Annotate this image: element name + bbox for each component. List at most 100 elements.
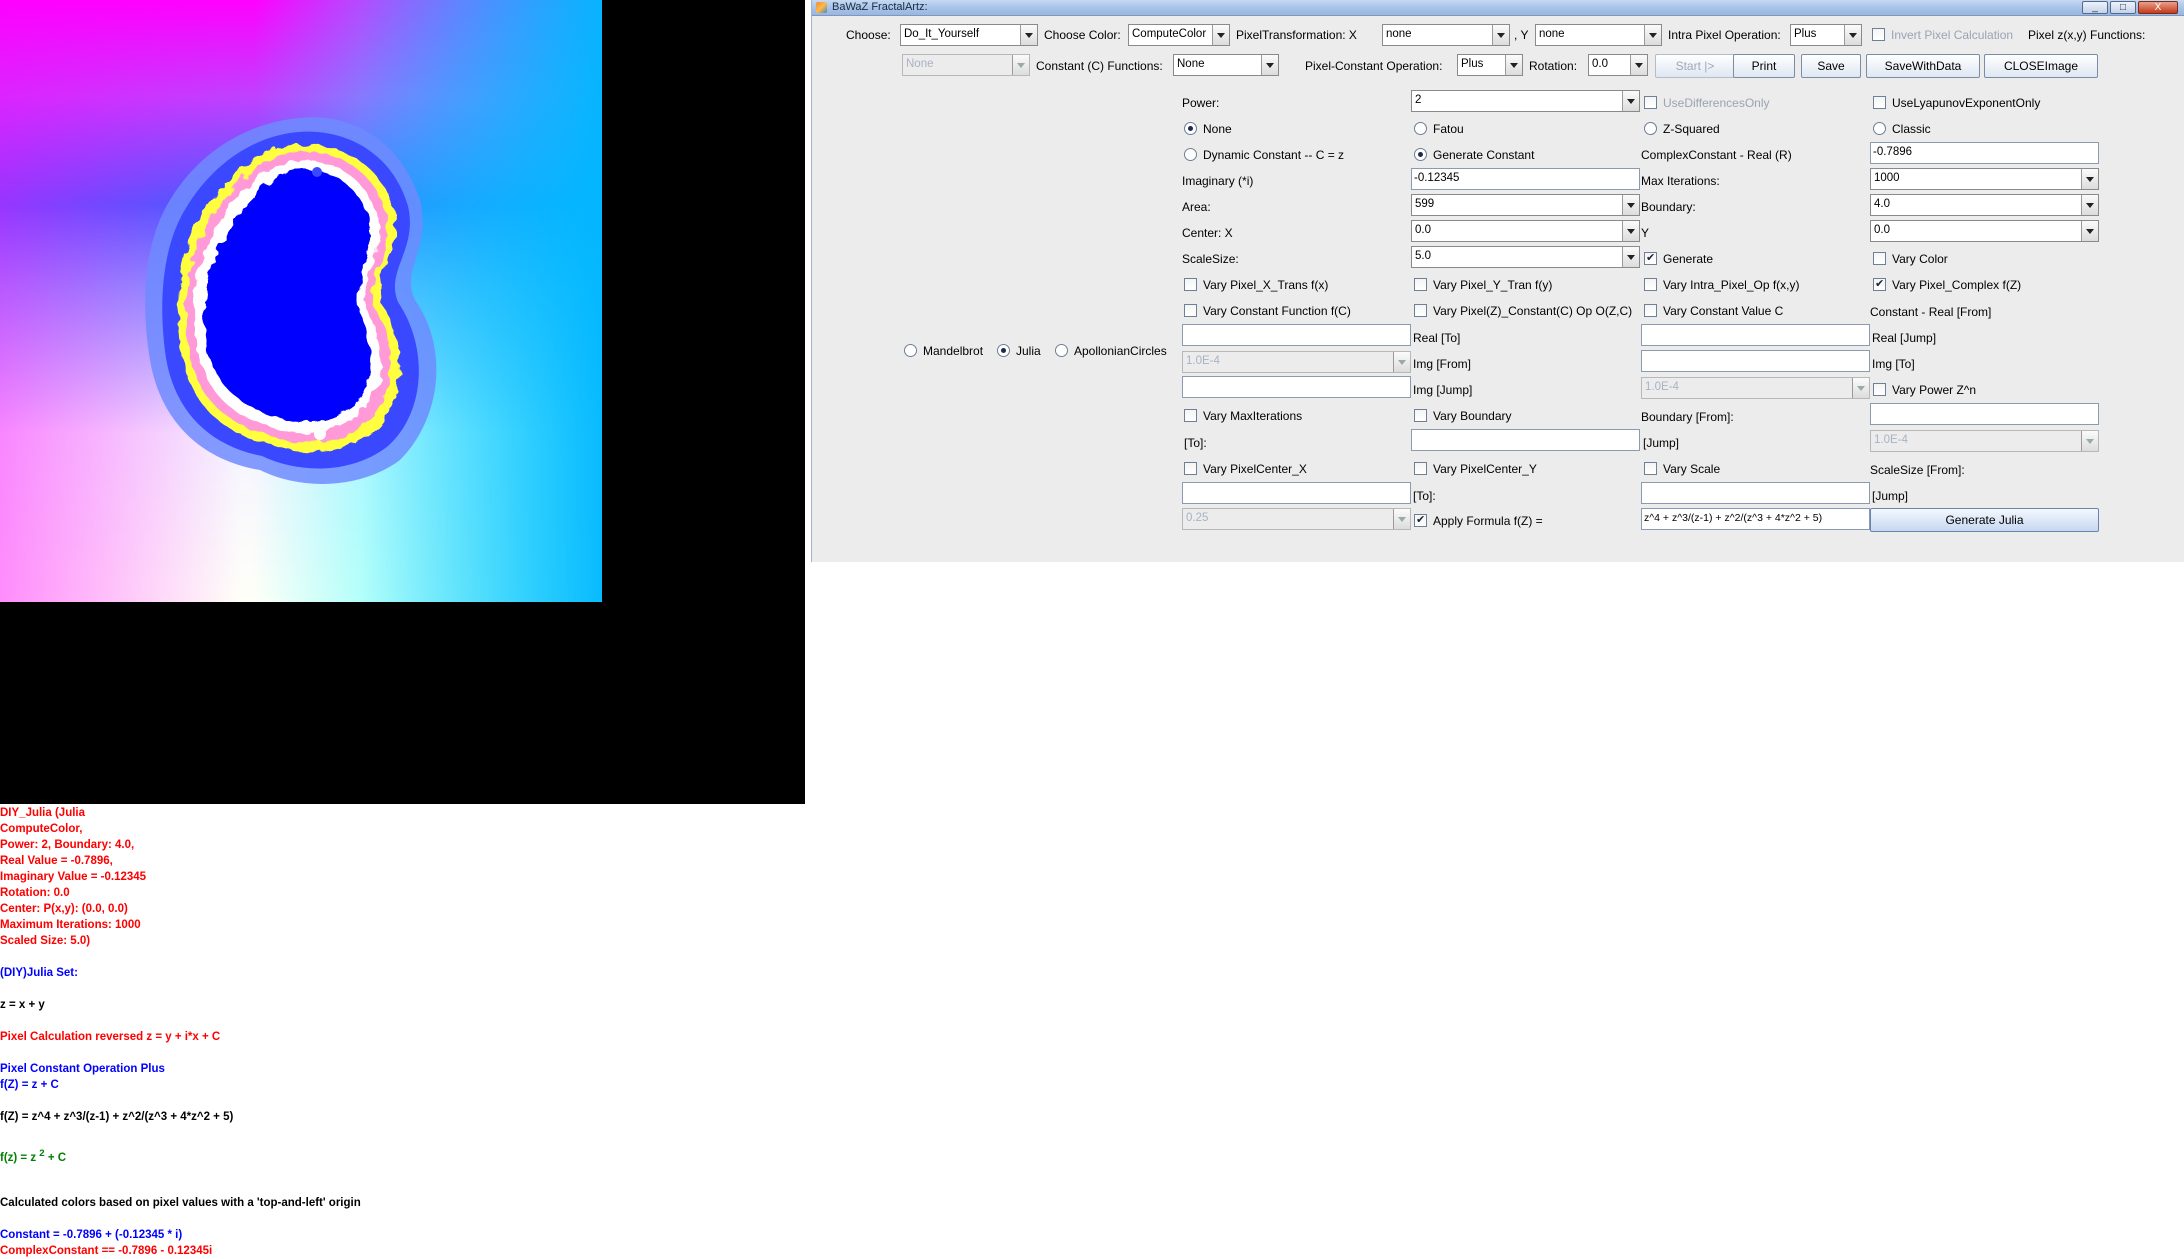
complex-real-input[interactable]: -0.7896 <box>1870 142 2099 164</box>
vary-pixel-x-trans-checkbox[interactable]: Vary Pixel_X_Trans f(x) <box>1184 277 1328 293</box>
center-to-label: [To]: <box>1413 489 1436 503</box>
chevron-down-icon <box>1212 25 1229 45</box>
center-jump-combo[interactable]: 0.25 <box>1182 508 1411 530</box>
max-iterations-label: Max Iterations: <box>1641 174 1720 188</box>
boundary-from-input[interactable] <box>1870 403 2099 425</box>
max-iterations-combo[interactable]: 1000 <box>1870 168 2099 190</box>
info-title-line: DIY_Julia (Julia <box>0 807 86 819</box>
radio-dynamic-constant[interactable]: Dynamic Constant -- C = z <box>1184 147 1344 163</box>
power-combo[interactable]: 2 <box>1411 90 1640 112</box>
use-differences-checkbox[interactable]: UseDifferencesOnly <box>1644 95 1770 111</box>
checkbox-box <box>1414 278 1427 291</box>
vary-color-checkbox[interactable]: Vary Color <box>1873 251 1948 267</box>
save-button[interactable]: Save <box>1801 54 1861 78</box>
info-z-definition: z = x + y <box>0 999 45 1011</box>
info-pixel-constant-op: Pixel Constant Operation Plus <box>0 1063 165 1075</box>
radio-apollonian[interactable]: ApollonianCircles <box>1055 343 1167 359</box>
vary-pixel-center-x-label: Vary PixelCenter_X <box>1203 462 1307 476</box>
scale-size-combo[interactable]: 5.0 <box>1411 246 1640 268</box>
radio-generate-constant[interactable]: Generate Constant <box>1414 147 1534 163</box>
center-from-input[interactable] <box>1182 482 1411 504</box>
use-lyapunov-checkbox[interactable]: UseLyapunovExponentOnly <box>1873 95 2040 111</box>
vary-pixel-center-y-checkbox[interactable]: Vary PixelCenter_Y <box>1414 461 1537 477</box>
pixel-y-combo[interactable]: none <box>1535 24 1662 46</box>
boundary-jump-label: [Jump] <box>1643 436 1680 450</box>
chevron-down-icon <box>1492 25 1509 45</box>
info-set-title: (DIY)Julia Set: <box>0 967 78 979</box>
app-icon <box>816 2 827 13</box>
vary-power-checkbox[interactable]: Vary Power Z^n <box>1873 382 1976 398</box>
generate-julia-button[interactable]: Generate Julia <box>1870 508 2099 532</box>
complex-real-value: -0.7896 <box>1873 146 1913 158</box>
center-x-combo[interactable]: 0.0 <box>1411 220 1640 242</box>
img-jump-combo[interactable]: 1.0E-4 <box>1641 377 1870 399</box>
pixel-function-combo[interactable]: None <box>902 54 1030 76</box>
chevron-down-icon <box>2081 431 2098 451</box>
vary-intra-pixel-op-checkbox[interactable]: Vary Intra_Pixel_Op f(x,y) <box>1644 277 1800 293</box>
start-button[interactable]: Start |> <box>1655 54 1735 78</box>
invert-pixel-checkbox[interactable]: Invert Pixel Calculation <box>1872 27 2013 43</box>
constant-functions-value: None <box>1177 58 1205 70</box>
pixel-constant-combo[interactable]: Plus <box>1457 54 1523 76</box>
center-y-combo[interactable]: 0.0 <box>1870 220 2099 242</box>
scale-size-from-label: ScaleSize [From]: <box>1870 463 1965 477</box>
boundary-value: 4.0 <box>1874 198 1890 210</box>
boundary-combo[interactable]: 4.0 <box>1870 194 2099 216</box>
vary-max-iterations-checkbox[interactable]: Vary MaxIterations <box>1184 408 1302 424</box>
close-window-button[interactable]: X <box>2138 1 2178 14</box>
close-image-button[interactable]: CLOSEImage <box>1984 54 2098 78</box>
print-button[interactable]: Print <box>1733 54 1795 78</box>
area-combo[interactable]: 599 <box>1411 194 1640 216</box>
vary-constant-function-checkbox[interactable]: Vary Constant Function f(C) <box>1184 303 1351 319</box>
radio-none[interactable]: None <box>1184 121 1232 137</box>
pixel-x-combo[interactable]: none <box>1382 24 1510 46</box>
radio-dynamic-constant-label: Dynamic Constant -- C = z <box>1203 148 1345 162</box>
intra-pixel-combo[interactable]: Plus <box>1790 24 1862 46</box>
minimize-button[interactable]: _ <box>2082 1 2108 14</box>
formula-input[interactable]: z^4 + z^3/(z-1) + z^2/(z^3 + 4*z^2 + 5) <box>1641 508 1870 530</box>
choose-combo[interactable]: Do_It_Yourself <box>900 24 1038 46</box>
imaginary-input[interactable]: -0.12345 <box>1411 168 1640 190</box>
rotation-combo[interactable]: 0.0 <box>1588 54 1648 76</box>
choose-color-value: ComputeColor <box>1132 28 1207 40</box>
checkbox-box <box>1644 278 1657 291</box>
formula-value: z^4 + z^3/(z-1) + z^2/(z^3 + 4*z^2 + 5) <box>1644 512 1823 524</box>
choose-color-combo[interactable]: ComputeColor <box>1128 24 1230 46</box>
vary-pixel-center-x-checkbox[interactable]: Vary PixelCenter_X <box>1184 461 1307 477</box>
radio-classic-label: Classic <box>1892 122 1931 136</box>
title-bar[interactable]: BaWaZ FractalArtz: _ □ X <box>812 0 2184 16</box>
vary-boundary-checkbox[interactable]: Vary Boundary <box>1414 408 1512 424</box>
vary-pixel-y-tran-checkbox[interactable]: Vary Pixel_Y_Tran f(y) <box>1414 277 1552 293</box>
radio-zsquared[interactable]: Z-Squared <box>1644 121 1720 137</box>
center-x-value: 0.0 <box>1415 224 1431 236</box>
radio-dot <box>1055 344 1068 357</box>
maximize-button[interactable]: □ <box>2110 1 2136 14</box>
radio-dot <box>997 344 1010 357</box>
radio-mandelbrot[interactable]: Mandelbrot <box>904 343 983 359</box>
img-to-input[interactable] <box>1182 376 1411 398</box>
vary-pixel-constant-checkbox[interactable]: Vary Pixel(Z)_Constant(C) Op O(Z,C) <box>1414 303 1632 319</box>
constant-real-from-input[interactable] <box>1182 324 1411 346</box>
center-y-value: 0.0 <box>1874 224 1890 236</box>
radio-classic[interactable]: Classic <box>1873 121 1931 137</box>
apply-formula-checkbox[interactable]: Apply Formula f(Z) = <box>1414 512 1543 529</box>
radio-julia[interactable]: Julia <box>997 343 1041 359</box>
constant-functions-combo[interactable]: None <box>1173 54 1279 76</box>
vary-pixel-x-trans-label: Vary Pixel_X_Trans f(x) <box>1203 278 1329 292</box>
boundary-jump-combo[interactable]: 1.0E-4 <box>1870 430 2099 452</box>
vary-constant-value-checkbox[interactable]: Vary Constant Value C <box>1644 303 1783 319</box>
save-with-data-button[interactable]: SaveWithData <box>1866 54 1980 78</box>
checkbox-box <box>1873 252 1886 265</box>
img-from-input[interactable] <box>1641 350 1870 372</box>
apply-formula-label: Apply Formula f(Z) = <box>1433 514 1543 528</box>
checkbox-box <box>1414 409 1427 422</box>
window-title: BaWaZ FractalArtz: <box>832 1 928 13</box>
boundary-to-input[interactable] <box>1411 429 1640 451</box>
real-jump-combo[interactable]: 1.0E-4 <box>1182 351 1411 373</box>
real-to-input[interactable] <box>1641 324 1870 346</box>
vary-pixel-complex-checkbox[interactable]: Vary Pixel_Complex f(Z) <box>1873 276 2021 293</box>
scale-to-input[interactable] <box>1641 482 1870 504</box>
vary-scale-checkbox[interactable]: Vary Scale <box>1644 461 1720 477</box>
radio-fatou[interactable]: Fatou <box>1414 121 1464 137</box>
generate-checkbox[interactable]: Generate <box>1644 250 1713 267</box>
